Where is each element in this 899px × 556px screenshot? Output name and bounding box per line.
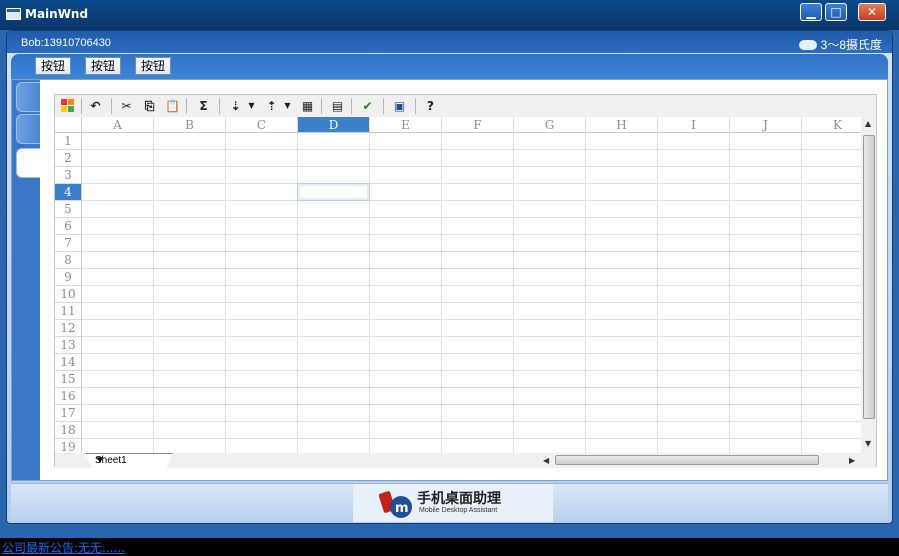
row-header-16[interactable]: 16: [55, 388, 82, 405]
title-bar[interactable]: MainWnd ▁ □ ✕: [0, 0, 899, 30]
row-header-10[interactable]: 10: [55, 286, 82, 303]
row-header-14[interactable]: 14: [55, 354, 82, 371]
column-header-G[interactable]: G: [514, 117, 586, 133]
row-header-13[interactable]: 13: [55, 337, 82, 354]
window-title: MainWnd: [25, 7, 89, 21]
help-icon[interactable]: ?: [422, 98, 439, 114]
horizontal-scroll-thumb[interactable]: [555, 455, 819, 465]
spellcheck-icon[interactable]: ✔: [359, 98, 376, 114]
app-frame: Bob:13910706430 3～8摄氏度 按钮 按钮 按钮 ↶ ✂ ⎘ 📋 …: [6, 30, 893, 524]
row-header-7[interactable]: 7: [55, 235, 82, 252]
maximize-button[interactable]: □: [825, 3, 847, 21]
column-header-F[interactable]: F: [442, 117, 514, 133]
row-header-4[interactable]: 4: [55, 184, 82, 201]
row-header-12[interactable]: 12: [55, 320, 82, 337]
column-header-J[interactable]: J: [730, 117, 802, 133]
excel-icon[interactable]: [59, 98, 76, 114]
sort-desc-icon[interactable]: ⇡: [263, 98, 280, 114]
row-header-17[interactable]: 17: [55, 405, 82, 422]
side-tab-1[interactable]: [16, 82, 40, 112]
vertical-scroll-thumb[interactable]: [863, 135, 875, 419]
column-header-B[interactable]: B: [154, 117, 226, 133]
row-header-9[interactable]: 9: [55, 269, 82, 286]
column-header-A[interactable]: A: [82, 117, 154, 133]
sum-icon[interactable]: Σ: [195, 98, 212, 114]
window-icon: [6, 8, 21, 20]
button-bar: 按钮 按钮 按钮: [11, 54, 888, 80]
logo-text-en: Mobile Desktop Assistant: [419, 507, 498, 514]
export-icon[interactable]: ▣: [391, 98, 408, 114]
button-2[interactable]: 按钮: [85, 57, 121, 75]
grid-corner[interactable]: [55, 117, 82, 133]
column-header-E[interactable]: E: [370, 117, 442, 133]
row-header-19[interactable]: 19: [55, 439, 82, 453]
sheet-tab-bar: Sheet1 ▼ ◀ ▶: [55, 453, 876, 468]
button-1[interactable]: 按钮: [35, 57, 71, 75]
sheet-tab-dropdown-icon[interactable]: ▼: [95, 455, 105, 466]
side-tab-2[interactable]: [16, 114, 40, 144]
side-tab-3[interactable]: [16, 148, 40, 178]
footer: m 手机桌面助理 Mobile Desktop Assistant: [11, 483, 888, 522]
close-button[interactable]: ✕: [858, 3, 886, 21]
column-header-D[interactable]: D: [298, 117, 370, 133]
sort-asc-icon[interactable]: ⇣: [227, 98, 244, 114]
row-header-6[interactable]: 6: [55, 218, 82, 235]
side-tab-strip: [12, 80, 40, 480]
minimize-button[interactable]: ▁: [800, 3, 822, 21]
cut-icon[interactable]: ✂: [118, 98, 135, 114]
format-icon[interactable]: ▤: [329, 98, 346, 114]
status-bar: 公司最新公告:无无......: [0, 538, 899, 556]
logo-text-cn: 手机桌面助理: [417, 491, 501, 507]
row-header-1[interactable]: 1: [55, 133, 82, 150]
button-3[interactable]: 按钮: [135, 57, 171, 75]
spreadsheet: ↶ ✂ ⎘ 📋 Σ ⇣ ▼ ⇡ ▼ ▦ ▤ ✔ ▣ ? A B C D E F …: [54, 94, 877, 468]
sort-desc-dropdown-icon[interactable]: ▼: [279, 98, 296, 114]
row-header-15[interactable]: 15: [55, 371, 82, 388]
undo-icon[interactable]: ↶: [87, 98, 104, 114]
row-header-2[interactable]: 2: [55, 150, 82, 167]
mobile-logo-icon: m: [379, 491, 412, 518]
selected-cell[interactable]: [297, 183, 370, 201]
scroll-right-icon[interactable]: ▶: [849, 456, 855, 465]
row-header-5[interactable]: 5: [55, 201, 82, 218]
scroll-left-icon[interactable]: ◀: [543, 456, 549, 465]
notice-link[interactable]: 公司最新公告:无无......: [2, 539, 125, 556]
app-logo: m 手机桌面助理 Mobile Desktop Assistant: [353, 484, 553, 522]
horizontal-scrollbar[interactable]: ◀ ▶: [541, 454, 859, 466]
svg-text:m: m: [395, 501, 409, 516]
sheet-tab[interactable]: Sheet1 ▼: [85, 453, 173, 468]
user-label: Bob:13910706430: [21, 37, 111, 49]
copy-icon[interactable]: ⎘: [141, 98, 158, 114]
scroll-up-icon[interactable]: ▲: [865, 119, 871, 128]
weather-text: 3～8摄氏度: [820, 38, 882, 52]
row-header-18[interactable]: 18: [55, 422, 82, 439]
column-header-H[interactable]: H: [586, 117, 658, 133]
spreadsheet-toolbar: ↶ ✂ ⎘ 📋 Σ ⇣ ▼ ⇡ ▼ ▦ ▤ ✔ ▣ ?: [55, 95, 876, 117]
cloud-icon: [798, 40, 817, 50]
cell-grid[interactable]: A B C D E F G H I J K 1 2 3 4 5 6 7 8 9 10 11 12 13 14 15 16 17 18 19: [55, 117, 876, 453]
row-header-3[interactable]: 3: [55, 167, 82, 184]
column-header-C[interactable]: C: [226, 117, 298, 133]
column-header-I[interactable]: I: [658, 117, 730, 133]
content-area: ↶ ✂ ⎘ 📋 Σ ⇣ ▼ ⇡ ▼ ▦ ▤ ✔ ▣ ? A B C D E F …: [11, 79, 888, 481]
sort-asc-dropdown-icon[interactable]: ▼: [243, 98, 260, 114]
row-header-8[interactable]: 8: [55, 252, 82, 269]
weather-info: 3～8摄氏度: [798, 36, 882, 53]
main-window: MainWnd ▁ □ ✕ Bob:13910706430 3～8摄氏度 按钮 …: [0, 0, 899, 556]
filter-icon[interactable]: ▦: [299, 98, 316, 114]
paste-icon[interactable]: 📋: [164, 98, 181, 114]
scroll-down-icon[interactable]: ▼: [865, 439, 871, 448]
vertical-scrollbar[interactable]: ▲ ▼: [861, 117, 876, 453]
row-header-11[interactable]: 11: [55, 303, 82, 320]
app-header: Bob:13910706430 3～8摄氏度: [7, 31, 892, 53]
